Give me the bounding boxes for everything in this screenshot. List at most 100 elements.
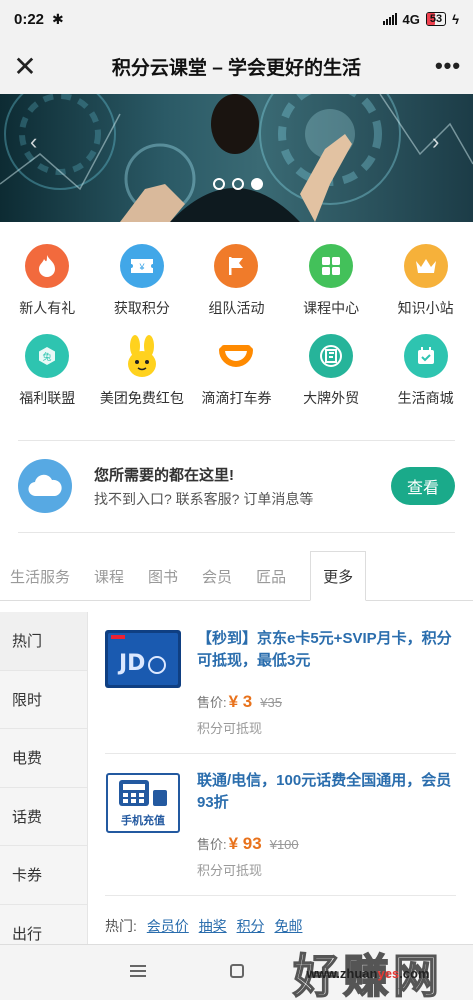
- grid-label: 滴滴打车券: [201, 390, 272, 406]
- status-time: 0:22: [14, 10, 45, 28]
- feature-grid: 新人有礼 ¥ 获取积分 组队活动 课程中心 知识小站 兔 福利联盟 美团免费红包…: [0, 240, 473, 420]
- gift-icon: 兔: [25, 334, 70, 378]
- product-list: JD 【秒到】京东e卡5元+SVIP月卡，积分可抵现，最低3元 售价: ¥ 3 …: [88, 612, 473, 944]
- tab-more[interactable]: 更多: [310, 551, 367, 601]
- sidebar-item-hot[interactable]: 热门: [0, 612, 87, 671]
- grid-icon: [309, 244, 354, 288]
- grid-item-mall[interactable]: 生活商城: [378, 330, 473, 420]
- grid-item-meituan[interactable]: 美团免费红包: [95, 330, 190, 420]
- sidebar-item-travel[interactable]: 出行: [0, 905, 87, 945]
- product-note: 积分可抵现: [197, 721, 263, 736]
- close-icon[interactable]: ✕: [0, 50, 50, 83]
- svg-text:¥: ¥: [138, 262, 145, 272]
- battery-icon: 53: [425, 12, 447, 26]
- hot-link[interactable]: 积分: [237, 918, 265, 934]
- service-title: 您所需要的都在这里!: [94, 466, 234, 484]
- grid-label: 生活商城: [397, 390, 454, 406]
- charging-icon: ϟ: [452, 11, 459, 27]
- grid-item-courses[interactable]: 课程中心: [284, 240, 379, 330]
- service-box: 您所需要的都在这里! 找不到入口? 联系客服? 订单消息等 查看: [18, 456, 455, 516]
- sidebar-item-electric[interactable]: 电费: [0, 729, 87, 788]
- hot-link[interactable]: 免邮: [274, 918, 302, 934]
- hot-link[interactable]: 抽奖: [199, 918, 227, 934]
- grid-item-get-points[interactable]: ¥ 获取积分: [95, 240, 190, 330]
- watermark-url: www.zhuanyes.com: [306, 966, 430, 981]
- service-text: 您所需要的都在这里! 找不到入口? 联系客服? 订单消息等: [94, 464, 313, 509]
- price-label: 售价:: [197, 837, 227, 852]
- grid-item-welfare[interactable]: 兔 福利联盟: [0, 330, 95, 420]
- coupon-icon: ¥: [119, 244, 164, 288]
- grid-label: 美团免费红包: [99, 390, 184, 406]
- view-button[interactable]: 查看: [391, 467, 455, 505]
- tab-life-service[interactable]: 生活服务: [10, 552, 80, 600]
- service-subtitle: 找不到入口? 联系客服? 订单消息等: [94, 490, 314, 507]
- menu-icon[interactable]: [130, 965, 146, 980]
- sidebar-item-phone-bill[interactable]: 话费: [0, 788, 87, 846]
- svg-text:手机充值: 手机充值: [121, 813, 165, 827]
- grid-label: 大牌外贸: [303, 390, 360, 406]
- sidebar: 热门 限时 电费 话费 卡券 出行: [0, 612, 88, 944]
- carousel-prev-icon[interactable]: ‹: [30, 129, 37, 155]
- status-right: 4G 53 ϟ: [382, 11, 459, 27]
- product-title[interactable]: 联通/电信，100元话费全国通用，会员93折: [197, 770, 457, 814]
- original-price: ¥100: [269, 837, 299, 852]
- signal-icon: [382, 13, 397, 25]
- carousel-dot[interactable]: [232, 178, 244, 190]
- grid-item-knowledge[interactable]: 知识小站: [378, 240, 473, 330]
- network-type: 4G: [402, 11, 420, 27]
- grid-label: 组队活动: [208, 300, 265, 316]
- jd-card-image: JD: [105, 630, 181, 688]
- current-price: ¥ 3: [228, 692, 253, 711]
- grid-item-team[interactable]: 组队活动: [189, 240, 284, 330]
- grid-label: 知识小站: [397, 300, 454, 316]
- list-item[interactable]: 手机充值 联通/电信，100元话费全国通用，会员93折 售价: ¥ 93 ¥10…: [105, 754, 456, 896]
- tab-books[interactable]: 图书: [148, 552, 188, 600]
- current-price: ¥ 93: [228, 834, 262, 853]
- banner-carousel[interactable]: ‹ ›: [0, 94, 473, 222]
- grid-label: 新人有礼: [19, 300, 76, 316]
- phone-recharge-image: 手机充值: [106, 773, 180, 833]
- carousel-dot[interactable]: [213, 178, 225, 190]
- title-bar: ✕ 积分云课堂 – 学会更好的生活 •••: [0, 38, 473, 94]
- carousel-dot-active[interactable]: [251, 178, 263, 190]
- price-label: 售价:: [197, 695, 227, 710]
- grid-item-brand[interactable]: 大牌外贸: [284, 330, 379, 420]
- status-bar: 0:22 ✱ 4G 53 ϟ: [0, 0, 473, 38]
- brand-icon: [309, 334, 354, 378]
- tab-member[interactable]: 会员: [202, 552, 242, 600]
- hot-link[interactable]: 会员价: [147, 918, 189, 934]
- sidebar-item-cards[interactable]: 卡券: [0, 846, 87, 905]
- svg-text:JD: JD: [117, 651, 145, 676]
- grid-label: 获取积分: [113, 300, 170, 316]
- fire-icon: [25, 244, 70, 288]
- product-price: 售价: ¥ 3 ¥35: [197, 692, 282, 712]
- category-tabs: 生活服务 课程 图书 会员 匠品 更多: [0, 551, 473, 601]
- grid-label: 福利联盟: [19, 390, 76, 406]
- bluetooth-icon: ✱: [52, 10, 64, 27]
- grid-item-didi[interactable]: 滴滴打车券: [189, 330, 284, 420]
- product-price: 售价: ¥ 93 ¥100: [197, 834, 299, 854]
- didi-icon: [214, 334, 258, 378]
- tab-course[interactable]: 课程: [94, 552, 134, 600]
- banner-image: [0, 94, 473, 222]
- list-item[interactable]: JD 【秒到】京东e卡5元+SVIP月卡，积分可抵现，最低3元 售价: ¥ 3 …: [105, 612, 456, 754]
- kangaroo-icon: [120, 334, 164, 378]
- more-icon[interactable]: •••: [423, 53, 473, 79]
- divider: [18, 532, 455, 533]
- carousel-dots: [213, 178, 263, 190]
- calendar-icon: [403, 334, 448, 378]
- grid-item-newcomer[interactable]: 新人有礼: [0, 240, 95, 330]
- original-price: ¥35: [260, 695, 282, 710]
- divider: [18, 440, 455, 441]
- carousel-next-icon[interactable]: ›: [432, 129, 439, 155]
- svg-text:兔: 兔: [43, 351, 52, 362]
- hot-label: 热门:: [105, 918, 137, 934]
- product-title[interactable]: 【秒到】京东e卡5元+SVIP月卡，积分可抵现，最低3元: [197, 628, 457, 672]
- product-note: 积分可抵现: [197, 863, 263, 878]
- home-icon[interactable]: [230, 964, 244, 978]
- tab-crafts[interactable]: 匠品: [256, 552, 296, 600]
- page-title: 积分云课堂 – 学会更好的生活: [111, 57, 362, 79]
- sidebar-item-limited[interactable]: 限时: [0, 671, 87, 729]
- hot-tags: 热门: 会员价 抽奖 积分 免邮: [105, 916, 456, 936]
- crown-icon: [403, 244, 448, 288]
